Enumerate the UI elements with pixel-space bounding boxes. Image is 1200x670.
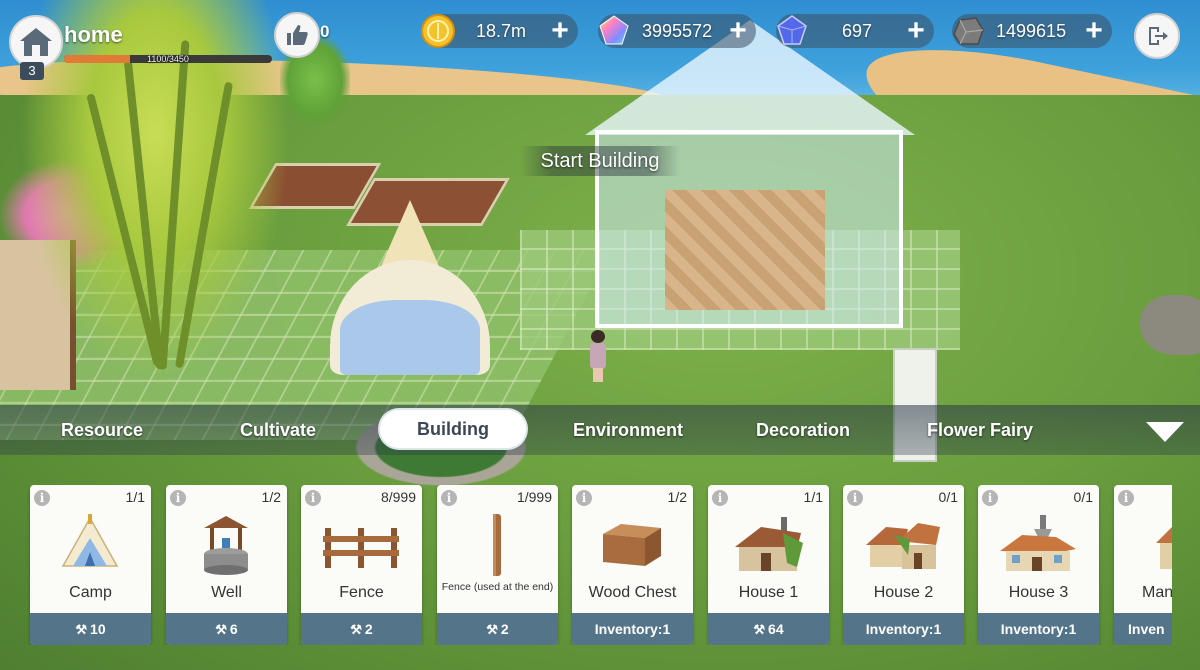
home-icon bbox=[20, 28, 52, 56]
tab-decoration[interactable]: Decoration bbox=[740, 405, 866, 455]
building-card-fence-end[interactable]: i 1/999 Fence (used at the end) ⚒ 2 bbox=[437, 485, 558, 645]
rainbow-crystal-resource: 3995572 + bbox=[598, 14, 756, 48]
house-3-icon bbox=[998, 510, 1078, 580]
card-cost: ⚒ 10 bbox=[30, 613, 151, 645]
card-name: House 2 bbox=[873, 584, 934, 601]
add-blue-crystal-button[interactable]: + bbox=[904, 16, 928, 46]
card-cost: ⚒ 2 bbox=[301, 613, 422, 645]
gold-amount: 18.7m bbox=[476, 21, 527, 41]
card-cost: ⚒ 6 bbox=[166, 613, 287, 645]
building-card-wood-chest[interactable]: i 1/2 Wood Chest Inventory:1 bbox=[572, 485, 693, 645]
building-card-camp[interactable]: i 1/1 Camp ⚒ 10 bbox=[30, 485, 151, 645]
tab-cultivate[interactable]: Cultivate bbox=[218, 405, 338, 455]
exit-icon bbox=[1149, 27, 1168, 45]
house-1-icon bbox=[728, 510, 808, 580]
info-icon[interactable]: i bbox=[576, 490, 592, 506]
hammer-icon: ⚒ bbox=[350, 622, 362, 637]
info-icon[interactable]: i bbox=[170, 490, 186, 506]
category-tabs: Resource Cultivate Building Environment … bbox=[0, 405, 1200, 455]
building-card-well[interactable]: i 1/2 Well ⚒ 6 bbox=[166, 485, 287, 645]
ore-icon bbox=[948, 11, 988, 51]
home-title: home bbox=[64, 22, 123, 47]
add-gold-button[interactable]: + bbox=[548, 16, 572, 46]
hammer-icon: ⚒ bbox=[486, 622, 498, 637]
blue-crystal-icon bbox=[772, 11, 812, 51]
player-character[interactable] bbox=[589, 330, 607, 382]
building-card-fence[interactable]: i 8/999 Fence ⚒ 2 bbox=[301, 485, 422, 645]
card-count: 1/1 bbox=[125, 489, 145, 505]
tab-environment[interactable]: Environment bbox=[560, 405, 696, 455]
info-icon[interactable]: i bbox=[1118, 490, 1134, 506]
home-button[interactable] bbox=[9, 15, 63, 69]
building-card-manor[interactable]: i Man Inven bbox=[1114, 485, 1172, 645]
wood-chest-icon bbox=[592, 510, 672, 580]
info-icon[interactable]: i bbox=[305, 490, 321, 506]
expand-triangle-icon[interactable] bbox=[1146, 422, 1184, 442]
fence-post-icon bbox=[457, 510, 537, 580]
info-icon[interactable]: i bbox=[847, 490, 863, 506]
card-count: 1/999 bbox=[516, 489, 552, 505]
card-inventory: Inventory:1 bbox=[843, 613, 964, 645]
card-name: Fence (used at the end) bbox=[441, 581, 554, 593]
card-name: House 3 bbox=[1008, 584, 1069, 601]
blue-crystal-resource: 697 + bbox=[776, 14, 934, 48]
add-ore-button[interactable]: + bbox=[1082, 16, 1106, 46]
hammer-icon: ⚒ bbox=[215, 622, 227, 637]
top-hud: 3 home 1100/3450 0 18.7m + 3995572 + 697… bbox=[0, 0, 1200, 80]
like-count: 0 bbox=[320, 22, 330, 41]
exit-button[interactable] bbox=[1134, 13, 1180, 59]
blue-crystal-amount: 697 bbox=[842, 21, 873, 41]
card-inventory: Inventory:1 bbox=[572, 613, 693, 645]
rainbow-crystal-icon bbox=[594, 11, 634, 51]
card-count: 0/1 bbox=[1073, 489, 1093, 505]
card-name: Man bbox=[1142, 584, 1172, 601]
info-icon[interactable]: i bbox=[712, 490, 728, 506]
fence-icon bbox=[321, 510, 401, 580]
card-name: Wood Chest bbox=[588, 584, 677, 601]
well-icon bbox=[186, 510, 266, 580]
card-count: 1/2 bbox=[667, 489, 687, 505]
card-count: 8/999 bbox=[380, 489, 416, 505]
info-icon[interactable]: i bbox=[441, 490, 457, 506]
building-card-list[interactable]: i 1/1 Camp ⚒ 10 i 1/2 Well ⚒ 6 i 8/999 Fen… bbox=[0, 485, 1172, 645]
ore-amount: 1499615 bbox=[996, 21, 1067, 41]
gold-coin-icon bbox=[418, 11, 458, 51]
card-count: 1/2 bbox=[261, 489, 281, 505]
building-card-house-3[interactable]: i 0/1 House 3 Inventory:1 bbox=[978, 485, 1099, 645]
add-rainbow-crystal-button[interactable]: + bbox=[726, 16, 750, 46]
card-name: Well bbox=[211, 584, 242, 601]
hammer-icon: ⚒ bbox=[75, 622, 88, 637]
house-2-icon bbox=[863, 510, 943, 580]
manor-icon bbox=[1144, 510, 1172, 580]
card-inventory: Inventory:1 bbox=[978, 613, 1099, 645]
hammer-icon: ⚒ bbox=[753, 622, 766, 637]
card-inventory: Inven bbox=[1114, 613, 1172, 645]
camp-icon bbox=[50, 510, 130, 580]
like-button[interactable] bbox=[274, 12, 320, 58]
rainbow-crystal-amount: 3995572 bbox=[642, 21, 713, 41]
card-cost: ⚒ 2 bbox=[437, 613, 558, 645]
card-name: Camp bbox=[69, 584, 112, 601]
card-name: House 1 bbox=[738, 584, 799, 601]
gold-resource: 18.7m + bbox=[421, 14, 578, 48]
info-icon[interactable]: i bbox=[34, 490, 50, 506]
tab-building[interactable]: Building bbox=[380, 410, 526, 448]
greenhouse-floor bbox=[665, 190, 825, 310]
building-card-house-2[interactable]: i 0/1 House 2 Inventory:1 bbox=[843, 485, 964, 645]
tab-resource[interactable]: Resource bbox=[42, 405, 162, 455]
card-cost: ⚒ 64 bbox=[708, 613, 829, 645]
ore-resource: 1499615 + bbox=[952, 14, 1112, 48]
tab-flower-fairy[interactable]: Flower Fairy bbox=[912, 405, 1048, 455]
home-xp-text: 1100/3450 bbox=[147, 54, 189, 64]
home-level-badge: 3 bbox=[20, 62, 44, 80]
start-building-label[interactable]: Start Building bbox=[520, 146, 680, 176]
card-count: 1/1 bbox=[803, 489, 823, 505]
info-icon[interactable]: i bbox=[982, 490, 998, 506]
card-name: Fence bbox=[339, 584, 384, 601]
thumbs-up-icon bbox=[287, 25, 308, 45]
building-card-house-1[interactable]: i 1/1 House 1 ⚒ 64 bbox=[708, 485, 829, 645]
card-count: 0/1 bbox=[938, 489, 958, 505]
camp-tent[interactable] bbox=[320, 200, 500, 380]
